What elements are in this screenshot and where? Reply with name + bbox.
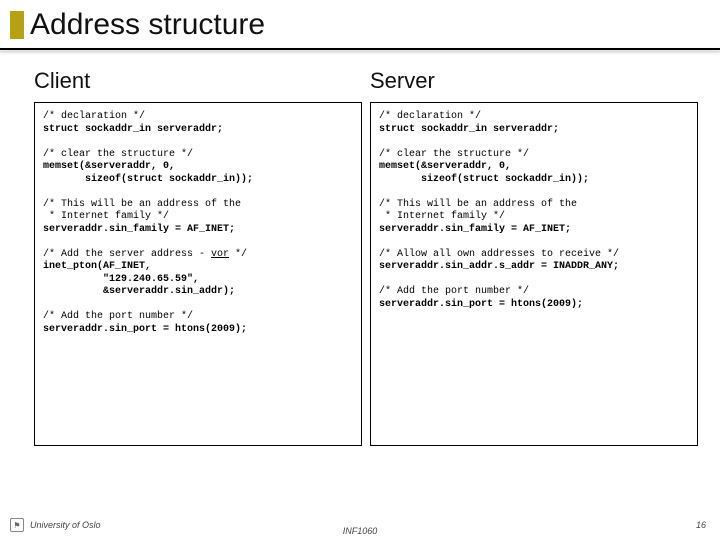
footer-page-number: 16 (696, 520, 706, 530)
server-heading: Server (370, 68, 698, 94)
page-title: Address structure (30, 8, 265, 42)
university-seal-icon: ⚑ (10, 518, 24, 532)
slide: Address structure Client /* declaration … (0, 0, 720, 540)
content-columns: Client /* declaration */ struct sockaddr… (0, 52, 720, 446)
footer-left: ⚑ University of Oslo (10, 518, 101, 532)
client-column: Client /* declaration */ struct sockaddr… (34, 68, 362, 446)
footer: ⚑ University of Oslo INF1060 16 (0, 514, 720, 540)
server-codebox: /* declaration */ struct sockaddr_in ser… (370, 102, 698, 446)
server-column: Server /* declaration */ struct sockaddr… (370, 68, 698, 446)
footer-course: INF1060 (343, 526, 378, 536)
title-swatch (10, 11, 24, 39)
title-bar: Address structure (0, 0, 720, 48)
client-heading: Client (34, 68, 362, 94)
footer-institution: University of Oslo (30, 520, 101, 530)
title-underline (0, 48, 720, 50)
client-codebox: /* declaration */ struct sockaddr_in ser… (34, 102, 362, 446)
